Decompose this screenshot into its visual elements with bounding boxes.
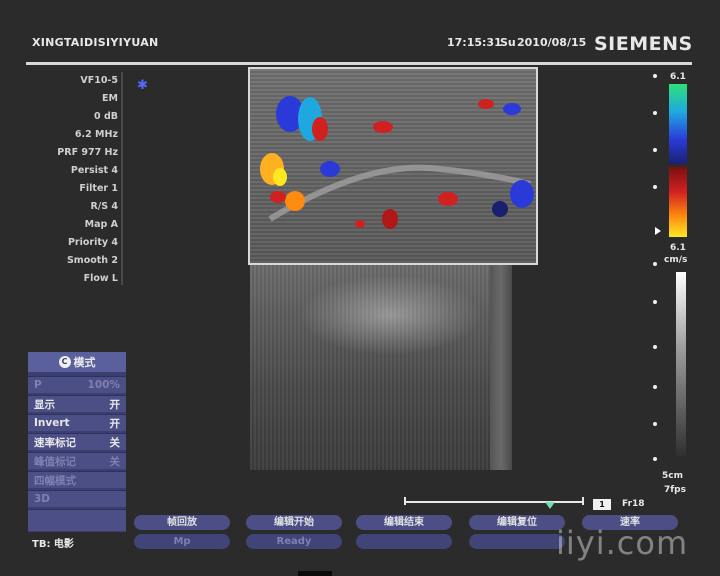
param-filter: Filter 1	[79, 183, 118, 194]
menu-item-3d[interactable]: 3D	[28, 490, 126, 507]
menu-item-label: P	[34, 379, 42, 391]
velocity-scale-top: 6.1	[670, 72, 686, 82]
brand-logo: SIEMENS	[594, 33, 693, 55]
softkey-blank-4[interactable]	[469, 534, 565, 549]
image-edge-strip	[490, 265, 512, 470]
depth-tick	[653, 457, 657, 461]
color-scale-positive	[669, 167, 687, 237]
clock-time: 17:15:31	[447, 36, 502, 49]
cine-timeline[interactable]	[405, 501, 583, 503]
param-map: Map A	[84, 219, 118, 230]
screen-edge-marker	[298, 571, 332, 576]
depth-tick	[653, 345, 657, 349]
depth-readout: 5cm	[662, 471, 683, 481]
menu-item-peak-marker[interactable]: 峰值标记 关	[28, 452, 126, 469]
doppler-flow-overlay	[260, 96, 534, 229]
menu-item-display[interactable]: 显示 开	[28, 395, 126, 412]
menu-item-label: 四幅模式	[34, 474, 76, 487]
mode-menu-title[interactable]: C 模式	[28, 352, 126, 372]
cine-bar-end	[582, 497, 584, 505]
depth-tick	[653, 148, 657, 152]
probe-orientation-icon: ✱	[137, 78, 148, 93]
cine-position-icon[interactable]	[545, 502, 555, 509]
clock-day: Su	[500, 36, 516, 49]
imaging-parameters: VF10-5 EM 0 dB 6.2 MHz PRF 977 Hz Persis…	[40, 72, 118, 288]
color-mode-icon: C	[58, 356, 71, 368]
frame-rate-readout: 7fps	[664, 485, 686, 495]
menu-item-power[interactable]: P 100%	[28, 376, 126, 393]
menu-item-label: 速率标记	[34, 436, 76, 449]
frame-count: Fr18	[622, 499, 645, 509]
velocity-scale-bottom: 6.1	[670, 243, 686, 253]
baseline-marker-icon	[655, 227, 661, 235]
param-rs: R/S 4	[90, 201, 118, 212]
menu-item-value: 开	[109, 417, 121, 430]
menu-item-value: 关	[109, 436, 121, 449]
menu-item-value: 关	[109, 455, 121, 468]
parameter-divider	[121, 72, 123, 285]
softkey-edit-end[interactable]: 编辑结束	[356, 515, 452, 530]
depth-tick	[653, 385, 657, 389]
frame-number-box: 1	[593, 499, 611, 510]
softkey-mp[interactable]: Mp	[134, 534, 230, 549]
param-frequency: 6.2 MHz	[74, 129, 118, 140]
softkey-edit-reset[interactable]: 编辑复位	[469, 515, 565, 530]
menu-item-label: 显示	[34, 398, 55, 411]
menu-item-label: Invert	[34, 417, 70, 429]
depth-tick	[653, 74, 657, 78]
menu-item-label: 3D	[34, 493, 51, 505]
param-priority: Priority 4	[67, 237, 118, 248]
depth-tick	[653, 422, 657, 426]
mode-menu-title-label: 模式	[73, 356, 96, 369]
color-scale-negative	[669, 84, 687, 164]
param-prf: PRF 977 Hz	[57, 147, 118, 158]
watermark: iiyi.com	[556, 524, 689, 562]
menu-item-value: 开	[109, 398, 121, 411]
param-flow: Flow L	[83, 273, 118, 284]
velocity-unit: cm/s	[664, 255, 688, 265]
param-gain: 0 dB	[94, 111, 118, 122]
param-smooth: Smooth 2	[66, 255, 118, 266]
depth-tick	[653, 262, 657, 266]
trackball-function-label: TB: 电影	[32, 539, 74, 550]
softkey-edit-start[interactable]: 编辑开始	[246, 515, 342, 530]
menu-item-label: 峰值标记	[34, 455, 76, 468]
param-persist: Persist 4	[70, 165, 118, 176]
menu-item-invert[interactable]: Invert 开	[28, 414, 126, 431]
softkey-ready[interactable]: Ready	[246, 534, 342, 549]
menu-item-velocity-marker[interactable]: 速率标记 关	[28, 433, 126, 450]
param-mode: EM	[102, 93, 118, 104]
color-doppler-box[interactable]	[248, 67, 538, 265]
menu-item-empty	[28, 509, 126, 531]
header-divider	[26, 62, 692, 65]
depth-tick	[653, 111, 657, 115]
depth-tick	[653, 300, 657, 304]
softkey-blank-3[interactable]	[356, 534, 452, 549]
ultrasound-image[interactable]	[250, 265, 506, 470]
param-transducer: VF10-5	[80, 75, 118, 86]
grey-scale-bar	[676, 272, 686, 456]
depth-tick	[653, 185, 657, 189]
clock-date: 2010/08/15	[517, 36, 587, 49]
menu-item-quad-mode[interactable]: 四幅模式	[28, 471, 126, 488]
hospital-name: XINGTAIDISIYIYUAN	[32, 36, 159, 49]
softkey-cine-review[interactable]: 帧回放	[134, 515, 230, 530]
menu-item-value: 100%	[87, 379, 120, 391]
